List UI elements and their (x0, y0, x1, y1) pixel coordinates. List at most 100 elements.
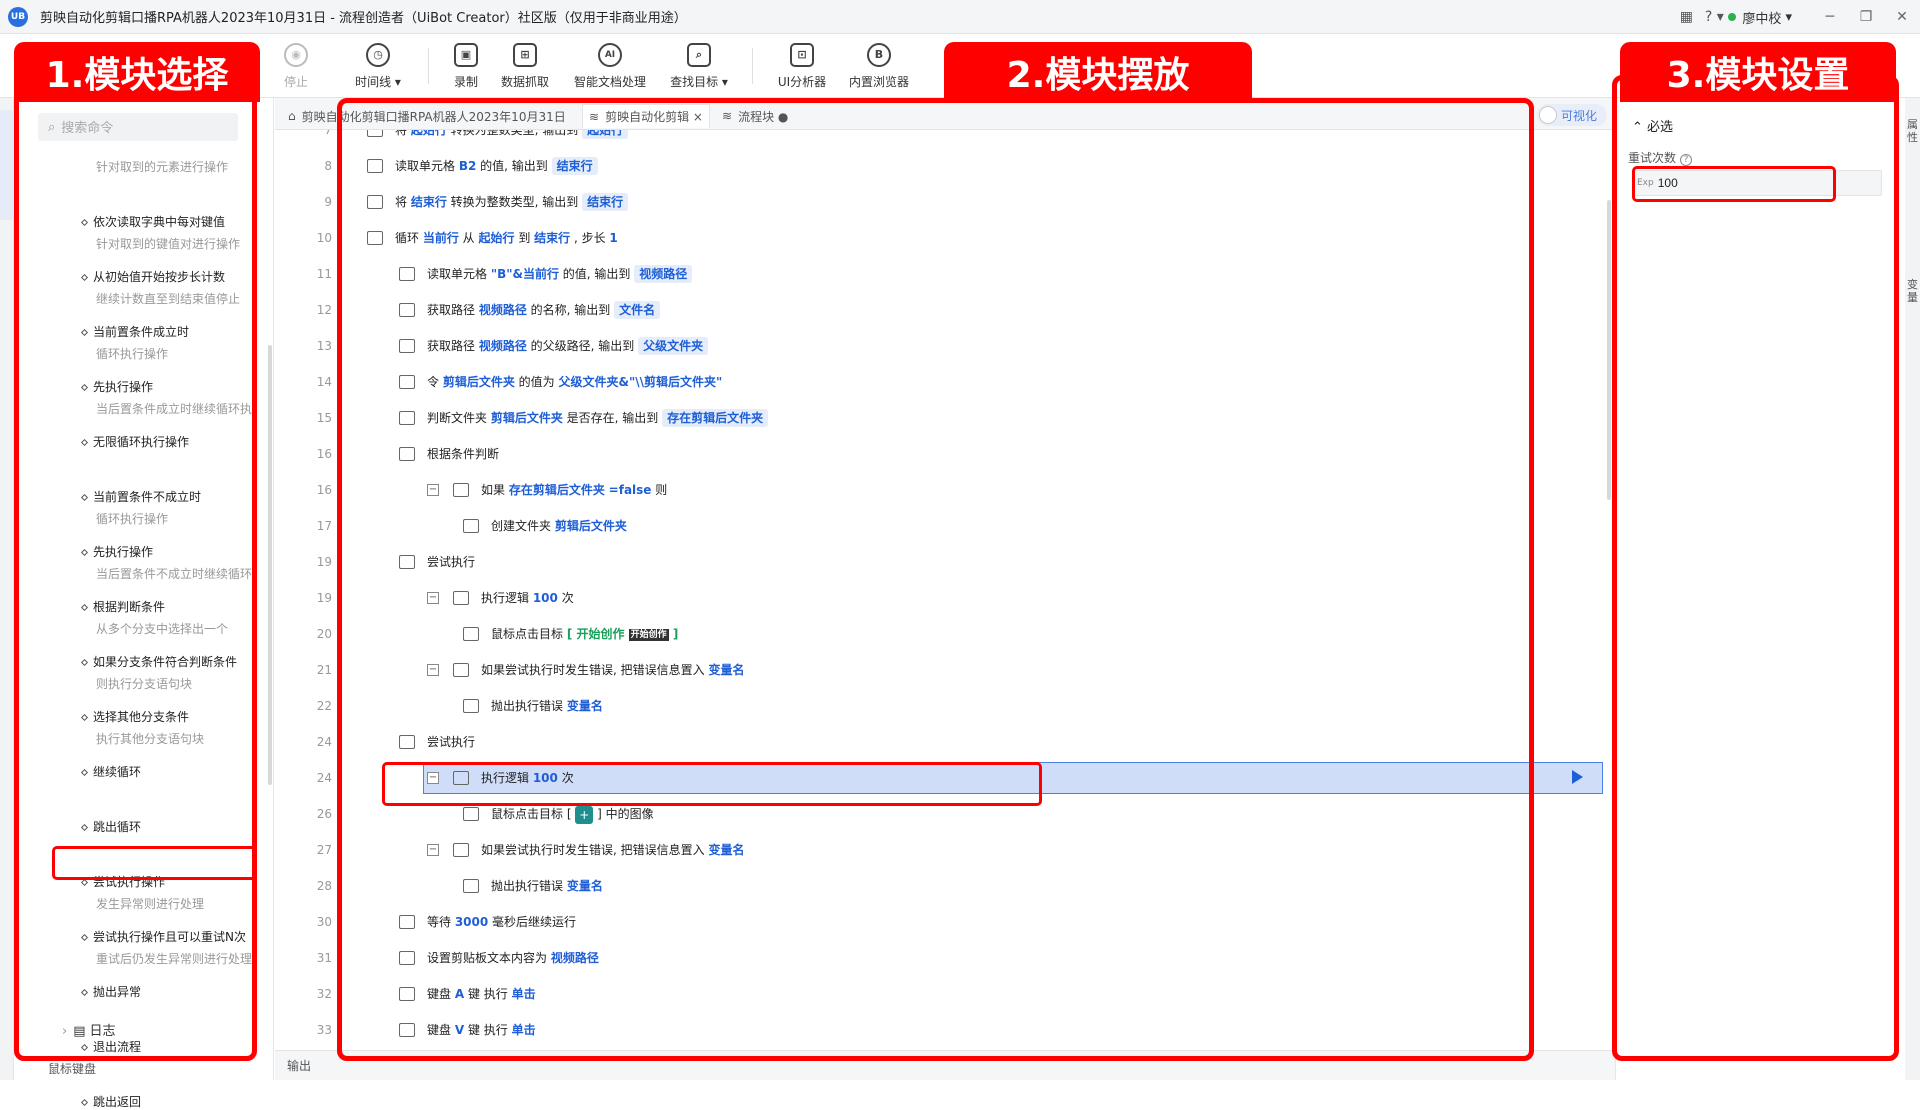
code-text: 如果尝试执行时发生错误, 把错误信息置入 变量名 (481, 663, 745, 677)
retry-count-input[interactable] (1657, 176, 1858, 190)
title-bar: UB 剪映自动化剪辑口播RPA机器人2023年10月31日 - 流程创造者（Ui… (0, 0, 1920, 34)
command-item[interactable]: 跳出返回 (80, 1093, 141, 1110)
output-panel-tab[interactable]: 输出 (275, 1050, 1615, 1080)
command-item[interactable]: 根据判断条件 (80, 598, 165, 615)
log-category[interactable]: › ▤ 日志 (62, 1020, 116, 1039)
command-item[interactable]: 尝试执行操作且可以重试N次 (80, 928, 246, 945)
collapse-toggle-icon[interactable]: − (427, 772, 439, 784)
code-row[interactable]: 24 尝试执行 (275, 724, 1605, 760)
code-row[interactable]: 20 鼠标点击目标 [ 开始创作 开始创作 ] (275, 616, 1605, 652)
code-row[interactable]: 11 读取单元格 "B"&当前行 的值, 输出到 视频路径 (275, 256, 1605, 292)
command-item[interactable]: 如果分支条件符合判断条件 (80, 653, 237, 670)
command-item[interactable]: 抛出异常 (80, 983, 141, 1000)
search-input[interactable] (61, 119, 222, 135)
code-row[interactable]: 28 抛出执行错误 变量名 (275, 868, 1605, 904)
code-row[interactable]: 27 − 如果尝试执行时发生错误, 把错误信息置入 变量名 (275, 832, 1605, 868)
grid-icon[interactable]: ▦ (1672, 9, 1700, 25)
command-item[interactable]: 选择其他分支条件 (80, 708, 189, 725)
command-item[interactable]: 先执行操作 (80, 543, 153, 560)
ai-doc-button[interactable]: AI 智能文档处理 (570, 34, 650, 98)
code-row[interactable]: 31 设置剪贴板文本内容为 视频路径 (275, 940, 1605, 976)
diamond-icon (80, 328, 89, 337)
code-text: 执行逻辑 100 次 (481, 771, 574, 785)
code-text: 获取路径 视频路径 的名称, 输出到 文件名 (427, 292, 661, 328)
code-row[interactable]: 21 − 如果尝试执行时发生错误, 把错误信息置入 变量名 (275, 652, 1605, 688)
editor-scrollbar[interactable] (1607, 200, 1611, 500)
tab-project[interactable]: ⌂ 剪映自动化剪辑口播RPA机器人2023年10月31日 (288, 104, 566, 128)
code-row[interactable]: 26 鼠标点击目标 [ + ] 中的图像 (275, 796, 1605, 832)
command-item[interactable]: 当前置条件不成立时 (80, 488, 201, 505)
command-item[interactable]: 继续循环 (80, 763, 141, 780)
variables-side-tab[interactable]: 变量 (1905, 278, 1920, 304)
restore-button[interactable]: ❐ (1848, 9, 1884, 25)
code-row[interactable]: 15 判断文件夹 剪辑后文件夹 是否存在, 输出到 存在剪辑后文件夹 (275, 400, 1605, 436)
left-scrollbar[interactable] (268, 345, 272, 785)
command-description: 循环执行操作 (96, 512, 169, 526)
selected-code-row[interactable]: 24 − 执行逻辑 100 次 (275, 760, 1605, 796)
data-grab-button[interactable]: ⊞ 数据抓取 (498, 34, 552, 98)
code-row[interactable]: 22 抛出执行错误 变量名 (275, 688, 1605, 724)
code-row[interactable]: 16 − 如果 存在剪辑后文件夹 =false 则 (275, 472, 1605, 508)
command-item[interactable]: 退出流程 (80, 1038, 141, 1055)
close-button[interactable]: ✕ (1884, 9, 1920, 25)
expression-icon[interactable]: Exp (1637, 178, 1654, 188)
search-box[interactable]: ⌕ (38, 113, 238, 141)
code-row[interactable]: 13 获取路径 视频路径 的父级路径, 输出到 父级文件夹 (275, 328, 1605, 364)
diamond-icon (80, 713, 89, 722)
command-item[interactable]: 无限循环执行操作 (80, 433, 189, 450)
code-row[interactable]: 14 令 剪辑后文件夹 的值为 父级文件夹&"\\剪辑后文件夹" (275, 364, 1605, 400)
mouse-keyboard-category[interactable]: 鼠标键盘 (48, 1060, 96, 1077)
code-row[interactable]: 8 读取单元格 B2 的值, 输出到 结束行 (275, 148, 1605, 184)
diamond-icon (80, 878, 89, 887)
block-type-icon (463, 879, 479, 893)
code-text: 创建文件夹 剪辑后文件夹 (491, 519, 627, 533)
collapse-toggle-icon[interactable]: − (427, 664, 439, 676)
command-item[interactable]: 依次读取字典中每对键值 (80, 213, 225, 230)
timeline-button[interactable]: ◷ 时间线 ▾ (348, 34, 408, 98)
code-row[interactable]: 10 循环 当前行 从 起始行 到 结束行 , 步长 1 (275, 220, 1605, 256)
code-row[interactable]: 9 将 结束行 转换为整数类型, 输出到 结束行 (275, 184, 1605, 220)
block-type-icon (399, 915, 415, 929)
tab-flow-block[interactable]: ≋ 流程块 ● (722, 104, 788, 128)
required-section-header[interactable]: ⌃ 必选 (1632, 116, 1673, 135)
code-row[interactable]: 32 键盘 A 键 执行 单击 (275, 976, 1605, 1012)
code-text: 判断文件夹 剪辑后文件夹 是否存在, 输出到 存在剪辑后文件夹 (427, 400, 769, 436)
tab-flow-editor[interactable]: ≋ 剪映自动化剪辑 × (582, 104, 710, 128)
retry-count-field[interactable]: Exp (1632, 170, 1882, 196)
minimize-button[interactable]: ─ (1812, 9, 1848, 25)
ui-analyzer-button[interactable]: ⊡ UI分析器 (774, 34, 830, 98)
record-button[interactable]: ▣ 录制 (448, 34, 484, 98)
help-icon[interactable]: ? ▾ (1700, 9, 1728, 25)
command-item[interactable]: 尝试执行操作 (80, 873, 165, 890)
code-row[interactable]: 19 尝试执行 (275, 544, 1605, 580)
command-item[interactable]: 先执行操作 (80, 378, 153, 395)
code-row[interactable]: 17 创建文件夹 剪辑后文件夹 (275, 508, 1605, 544)
annotation-label-module-place: 2.模块摆放 (944, 42, 1252, 102)
collapse-toggle-icon[interactable]: − (427, 484, 439, 496)
code-row[interactable]: 16 根据条件判断 (275, 436, 1605, 472)
home-icon: ⌂ (288, 109, 296, 123)
browser-button[interactable]: B 内置浏览器 (846, 34, 912, 98)
block-type-icon (399, 375, 415, 389)
code-row[interactable]: 33 键盘 V 键 执行 单击 (275, 1012, 1605, 1048)
command-item[interactable]: 跳出循环 (80, 818, 141, 835)
code-row[interactable]: 19 − 执行逻辑 100 次 (275, 580, 1605, 616)
code-row[interactable]: 7 将 起始行 转换为整数类型, 输出到 起始行 (275, 130, 1605, 148)
properties-side-tab[interactable]: 属性 (1905, 118, 1920, 144)
help-icon[interactable]: ? (1680, 154, 1693, 166)
find-target-button[interactable]: ⌕ 查找目标 ▾ (664, 34, 734, 98)
code-row[interactable]: 30 等待 3000 毫秒后继续运行 (275, 904, 1605, 940)
command-item[interactable]: 当前置条件成立时 (80, 323, 189, 340)
collapse-toggle-icon[interactable]: − (427, 844, 439, 856)
toolbar-divider (752, 48, 753, 84)
visualize-toggle[interactable]: 可视化 (1537, 104, 1607, 126)
user-menu[interactable]: 廖中校 ▾ (1728, 8, 1792, 27)
stop-button[interactable]: ◉ 停止 (278, 34, 314, 98)
command-item[interactable]: 从初始值开始按步长计数 (80, 268, 225, 285)
code-row[interactable]: 12 获取路径 视频路径 的名称, 输出到 文件名 (275, 292, 1605, 328)
block-type-icon (463, 627, 479, 641)
run-to-here-icon[interactable] (1572, 770, 1583, 784)
command-tab[interactable] (0, 110, 14, 220)
line-number: 31 (316, 951, 332, 965)
collapse-toggle-icon[interactable]: − (427, 592, 439, 604)
